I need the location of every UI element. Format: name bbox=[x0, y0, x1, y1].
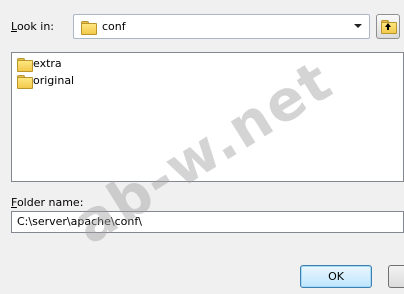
up-arrow-icon bbox=[385, 23, 391, 30]
folder-list[interactable]: extra original bbox=[11, 52, 404, 182]
chevron-down-icon[interactable] bbox=[354, 24, 362, 28]
folder-name-label: Folder name: bbox=[11, 196, 84, 209]
up-one-level-button[interactable] bbox=[376, 14, 400, 39]
ok-button[interactable]: OK bbox=[300, 265, 372, 288]
look-in-value: conf bbox=[102, 20, 126, 33]
list-item-original[interactable]: original bbox=[16, 73, 74, 89]
folder-icon bbox=[16, 74, 33, 89]
list-item-label: extra bbox=[33, 57, 62, 70]
folder-icon bbox=[80, 20, 97, 35]
cancel-button[interactable] bbox=[388, 265, 404, 288]
folder-name-input[interactable]: C:\server\apache\conf\ bbox=[11, 211, 404, 233]
list-item-label: original bbox=[33, 74, 75, 87]
folder-up-icon bbox=[380, 19, 397, 34]
look-in-combobox[interactable]: conf bbox=[73, 14, 370, 39]
list-item-extra[interactable]: extra bbox=[16, 56, 62, 72]
folder-icon bbox=[16, 57, 33, 72]
look-in-label: Look in: bbox=[11, 20, 54, 33]
